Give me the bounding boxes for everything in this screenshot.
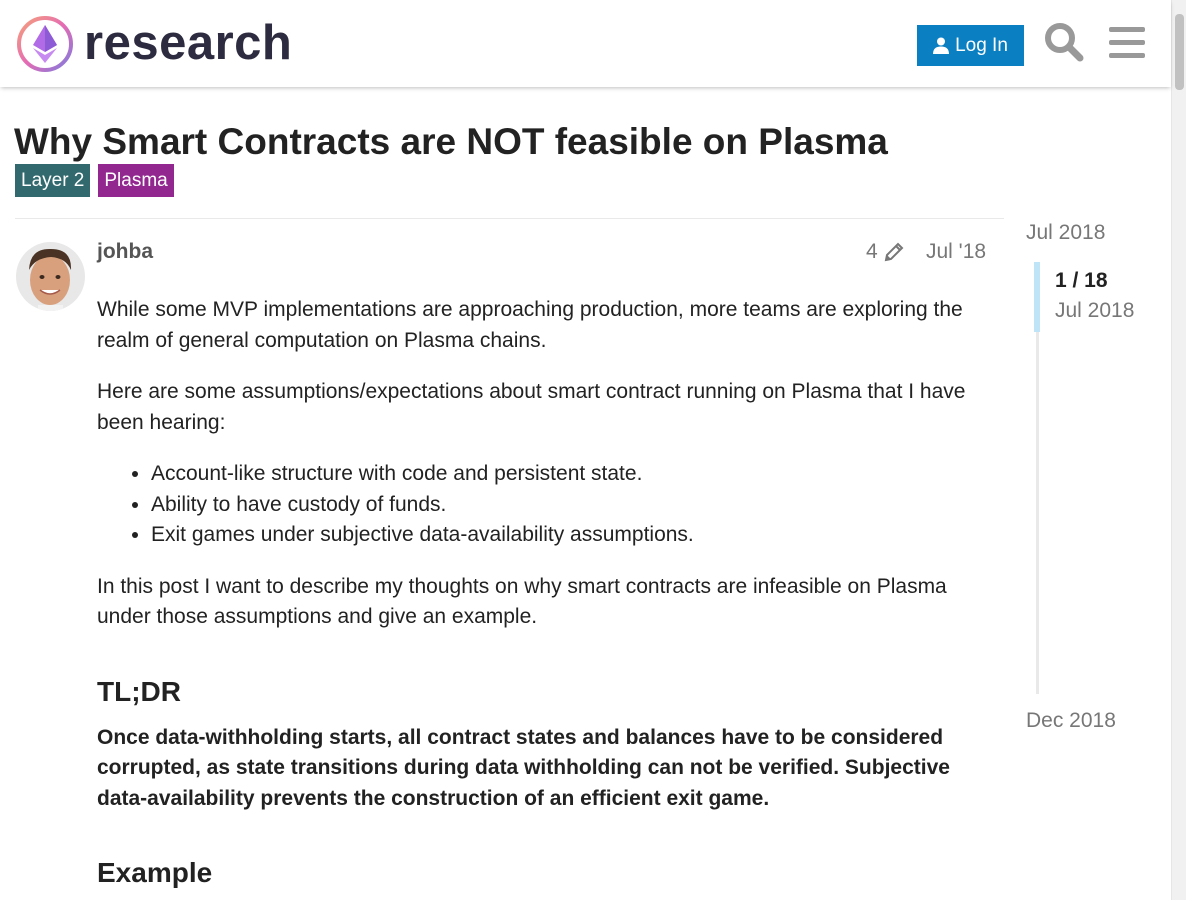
post-body: While some MVP implementations are appro…	[97, 295, 987, 900]
post-paragraph: In this post I want to describe my thoug…	[97, 574, 947, 629]
login-button-label: Log In	[955, 34, 1008, 56]
search-icon[interactable]	[1043, 21, 1085, 63]
list-item: Exit games under subjective data-availab…	[151, 520, 987, 551]
list-item: Account-like structure with code and per…	[151, 459, 987, 490]
menu-icon[interactable]	[1106, 21, 1148, 63]
tag-layer-2[interactable]: Layer 2	[15, 164, 91, 197]
assumptions-list: Account-like structure with code and per…	[151, 459, 987, 551]
tldr-heading: TL;DR	[97, 675, 181, 707]
timeline-start-date[interactable]: Jul 2018	[1026, 219, 1105, 247]
timeline-position: 1 / 18	[1055, 269, 1108, 292]
post-date[interactable]: Jul '18	[926, 238, 986, 266]
page-scrollbar[interactable]	[1171, 0, 1186, 900]
list-item: Ability to have custody of funds.	[151, 490, 987, 521]
tldr-text: Once data-withholding starts, all contra…	[97, 725, 950, 810]
topic-title[interactable]: Why Smart Contracts are NOT feasible on …	[14, 120, 888, 164]
pencil-icon	[884, 242, 904, 262]
timeline-position-date: Jul 2018	[1055, 299, 1135, 322]
topic-divider	[15, 218, 1004, 219]
timeline-end-date[interactable]: Dec 2018	[1026, 707, 1116, 735]
example-heading: Example	[97, 857, 213, 888]
topic-tags: Layer 2 Plasma	[15, 164, 174, 197]
site-logo-text[interactable]: research	[84, 14, 292, 72]
post-paragraph: Here are some assumptions/expectations a…	[97, 380, 966, 434]
post-paragraph: While some MVP implementations are appro…	[97, 298, 963, 352]
user-icon	[933, 37, 950, 54]
avatar[interactable]	[16, 242, 85, 311]
ethereum-logo-icon[interactable]	[16, 15, 74, 73]
scrollbar-thumb[interactable]	[1175, 14, 1184, 90]
tag-plasma[interactable]: Plasma	[98, 164, 174, 197]
avatar-image	[16, 242, 85, 311]
post-edit-history[interactable]: 4	[866, 238, 905, 266]
edit-count: 4	[866, 240, 878, 263]
post-author[interactable]: johba	[97, 238, 153, 266]
site-header: research Log In	[0, 0, 1171, 87]
login-button[interactable]: Log In	[917, 25, 1024, 66]
timeline-handle[interactable]	[1034, 262, 1040, 332]
